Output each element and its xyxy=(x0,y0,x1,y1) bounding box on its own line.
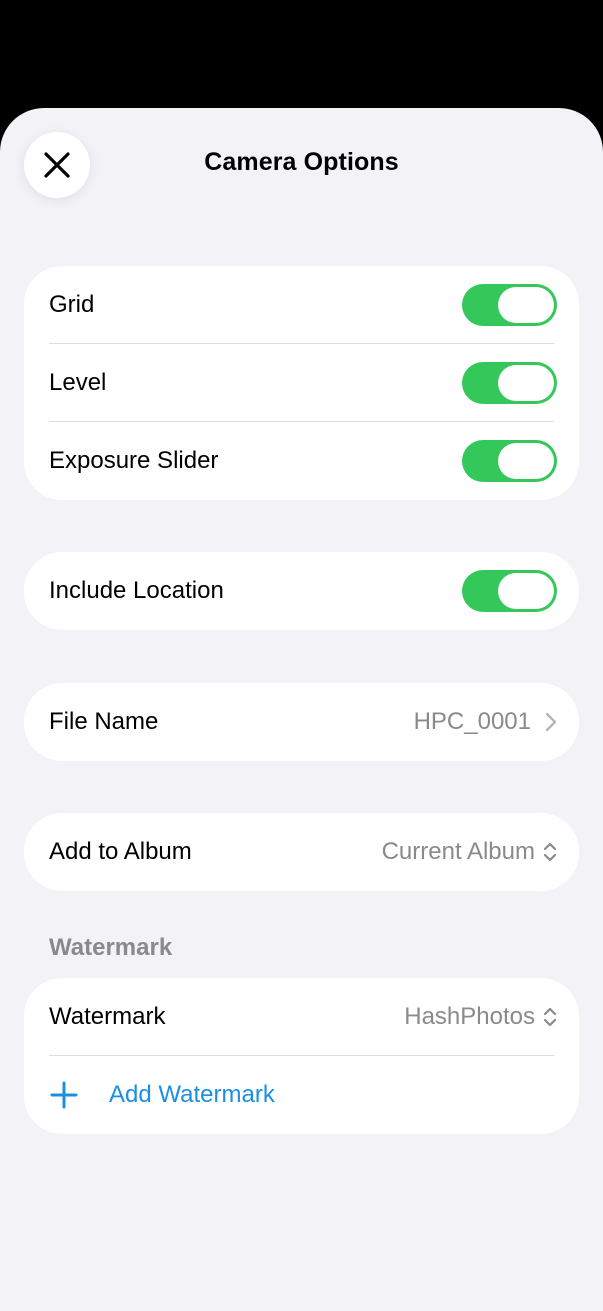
location-card: Include Location xyxy=(24,552,579,630)
exposure-slider-row: Exposure Slider xyxy=(24,422,579,500)
file-name-row[interactable]: File Name HPC_0001 xyxy=(24,683,579,761)
watermark-label: Watermark xyxy=(49,1003,166,1030)
file-name-label: File Name xyxy=(49,708,159,735)
chevron-up-down-icon xyxy=(543,1005,557,1029)
grid-row: Grid xyxy=(24,266,579,344)
add-to-album-label: Add to Album xyxy=(49,838,192,865)
toggle-knob xyxy=(498,443,554,479)
sheet-title: Camera Options xyxy=(204,148,399,176)
chevron-up-down-icon xyxy=(543,840,557,864)
toggle-knob xyxy=(498,365,554,401)
level-row: Level xyxy=(24,344,579,422)
file-name-value: HPC_0001 xyxy=(413,708,531,735)
toggle-knob xyxy=(498,573,554,609)
watermark-card: Watermark HashPhotos Add Watermark xyxy=(24,978,579,1134)
file-name-card: File Name HPC_0001 xyxy=(24,683,579,761)
add-watermark-row[interactable]: Add Watermark xyxy=(24,1056,579,1134)
include-location-toggle[interactable] xyxy=(462,570,557,612)
exposure-slider-toggle[interactable] xyxy=(462,440,557,482)
include-location-label: Include Location xyxy=(49,577,224,604)
grid-toggle[interactable] xyxy=(462,284,557,326)
grid-label: Grid xyxy=(49,291,95,318)
add-to-album-row[interactable]: Add to Album Current Album xyxy=(24,813,579,891)
watermark-value: HashPhotos xyxy=(404,1003,535,1030)
add-watermark-label: Add Watermark xyxy=(109,1081,275,1108)
level-label: Level xyxy=(49,369,107,396)
camera-options-sheet: Camera Options Grid Level Exposure Slide… xyxy=(0,108,603,1311)
plus-icon xyxy=(49,1080,79,1110)
watermark-section-header: Watermark xyxy=(49,934,173,961)
include-location-row: Include Location xyxy=(24,552,579,630)
level-toggle[interactable] xyxy=(462,362,557,404)
exposure-slider-label: Exposure Slider xyxy=(49,447,219,474)
album-card: Add to Album Current Album xyxy=(24,813,579,891)
album-value: Current Album xyxy=(381,838,535,865)
watermark-row[interactable]: Watermark HashPhotos xyxy=(24,978,579,1056)
toggle-knob xyxy=(498,287,554,323)
display-options-card: Grid Level Exposure Slider xyxy=(24,266,579,500)
chevron-right-icon xyxy=(545,712,557,732)
